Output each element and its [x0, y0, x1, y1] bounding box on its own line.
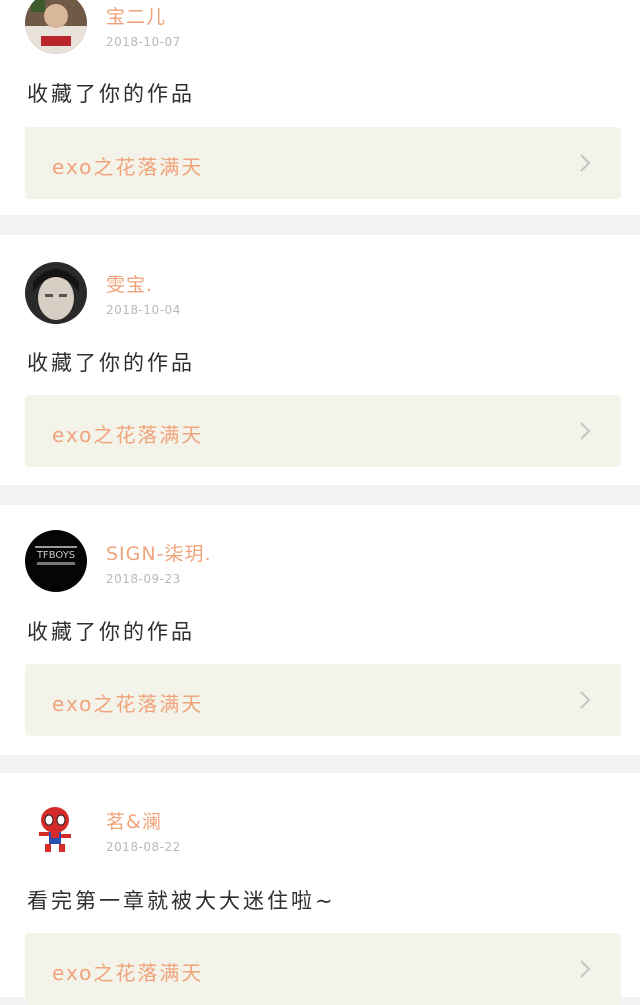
username[interactable]: SIGN-柒玥.	[106, 539, 212, 566]
work-link[interactable]: exo之花落满天	[25, 127, 621, 199]
avatar[interactable]	[25, 798, 87, 860]
chevron-right-icon	[580, 422, 591, 440]
chevron-right-icon	[580, 154, 591, 172]
work-title: exo之花落满天	[52, 423, 204, 447]
spiderman-avatar-icon	[25, 798, 87, 860]
work-title: exo之花落满天	[52, 155, 204, 179]
date: 2018-10-07	[106, 35, 181, 49]
action-text: 看完第一章就被大大迷住啦~	[27, 889, 336, 913]
action-text: 收藏了你的作品	[27, 351, 195, 375]
notification-feed: 宝二儿 2018-10-07 收藏了你的作品 exo之花落满天 雯宝. 2018…	[0, 0, 640, 1005]
avatar-photo-icon	[25, 0, 87, 54]
notification-card: TFBOYS SIGN-柒玥. 2018-09-23 收藏了你的作品 exo之花…	[0, 505, 640, 755]
avatar-photo-icon	[25, 262, 87, 324]
notification-card: 雯宝. 2018-10-04 收藏了你的作品 exo之花落满天	[0, 235, 640, 485]
avatar-logo-icon: TFBOYS	[25, 530, 87, 592]
username[interactable]: 茗&澜	[106, 807, 162, 834]
avatar[interactable]: TFBOYS	[25, 530, 87, 592]
avatar[interactable]	[25, 262, 87, 324]
date: 2018-08-22	[106, 840, 181, 854]
action-text: 收藏了你的作品	[27, 620, 195, 644]
chevron-right-icon	[580, 691, 591, 709]
chevron-right-icon	[580, 960, 591, 978]
date: 2018-10-04	[106, 303, 181, 317]
date: 2018-09-23	[106, 572, 181, 586]
work-title: exo之花落满天	[52, 961, 204, 985]
work-link[interactable]: exo之花落满天	[25, 664, 621, 736]
work-link[interactable]: exo之花落满天	[25, 933, 621, 1005]
work-link[interactable]: exo之花落满天	[25, 395, 621, 467]
notification-card: 宝二儿 2018-10-07 收藏了你的作品 exo之花落满天	[0, 0, 640, 215]
avatar[interactable]	[25, 0, 87, 54]
svg-text:TFBOYS: TFBOYS	[36, 550, 75, 561]
work-title: exo之花落满天	[52, 692, 204, 716]
notification-card: 茗&澜 2018-08-22 看完第一章就被大大迷住啦~ exo之花落满天	[0, 773, 640, 1005]
username[interactable]: 雯宝.	[106, 270, 153, 297]
username[interactable]: 宝二儿	[106, 2, 166, 29]
action-text: 收藏了你的作品	[27, 82, 195, 106]
